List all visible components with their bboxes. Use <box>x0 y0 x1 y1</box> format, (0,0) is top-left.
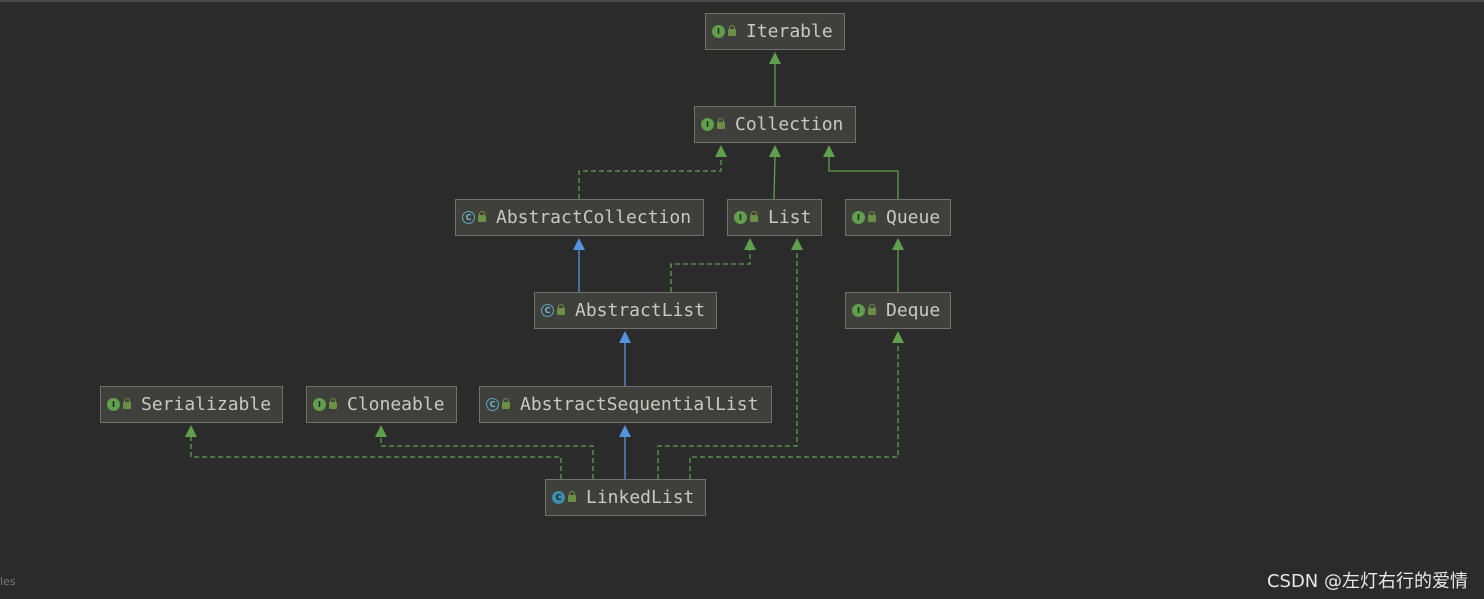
arrowhead-deque-to-queue <box>892 238 904 250</box>
arrowhead-abstract_sequential_list-to-abstract_list <box>619 331 631 343</box>
node-iterable[interactable]: I Iterable <box>705 13 845 50</box>
corner-truncated-text: les <box>0 575 16 588</box>
lock-icon <box>728 25 736 36</box>
lock-icon <box>568 491 576 502</box>
node-label: AbstractSequentialList <box>520 394 759 415</box>
abstract-class-icon: C <box>462 211 475 224</box>
interface-icon: I <box>712 25 725 38</box>
interface-icon: I <box>734 211 747 224</box>
interface-icon: I <box>701 118 714 131</box>
node-collection[interactable]: I Collection <box>694 106 856 143</box>
watermark: CSDN @左灯右行的爱情 <box>1266 571 1468 592</box>
interface-icon: I <box>852 211 865 224</box>
node-label: AbstractCollection <box>496 207 692 228</box>
arrowhead-collection-to-iterable <box>769 52 781 64</box>
lock-icon <box>750 211 758 222</box>
arrowhead-abstract_list-to-list <box>744 238 756 250</box>
node-abstract-list[interactable]: C AbstractList <box>534 292 717 329</box>
arrowhead-abstract_list-to-abstract_collection <box>573 238 585 250</box>
arrowhead-linked_list-to-serializable <box>185 425 197 437</box>
node-label: Cloneable <box>347 394 445 415</box>
lock-icon <box>868 211 876 222</box>
arrowhead-list-to-collection <box>769 145 781 157</box>
edge-list-to-collection <box>773 156 776 200</box>
lock-icon <box>123 398 131 409</box>
interface-icon: I <box>107 398 120 411</box>
node-abstract-collection[interactable]: C AbstractCollection <box>455 199 704 236</box>
node-label: Deque <box>886 300 941 321</box>
edge-abstract_collection-to-collection <box>578 157 722 199</box>
class-icon: C <box>552 491 565 504</box>
lock-icon <box>868 304 876 315</box>
edge-queue-to-collection <box>828 157 899 199</box>
arrowhead-linked_list-to-deque <box>892 331 904 343</box>
abstract-class-icon: C <box>541 304 554 317</box>
abstract-class-icon: C <box>486 398 499 411</box>
edge-linked_list-to-list <box>657 250 798 479</box>
edges-layer <box>185 52 904 479</box>
arrowhead-abstract_collection-to-collection <box>715 145 727 157</box>
edge-linked_list-to-serializable <box>190 437 562 479</box>
interface-icon: I <box>313 398 326 411</box>
lock-icon <box>329 398 337 409</box>
node-label: Serializable <box>141 394 272 415</box>
arrowhead-queue-to-collection <box>823 145 835 157</box>
lock-icon <box>557 304 565 315</box>
node-label: LinkedList <box>586 487 695 508</box>
node-label: List <box>768 207 812 228</box>
lock-icon <box>717 118 725 129</box>
edge-abstract_list-to-list <box>670 250 751 292</box>
node-serializable[interactable]: I Serializable <box>100 386 283 423</box>
node-list[interactable]: I List <box>727 199 822 236</box>
arrowhead-linked_list-to-abstract_sequential_list <box>619 425 631 437</box>
node-label: AbstractList <box>575 300 706 321</box>
node-deque[interactable]: I Deque <box>845 292 951 329</box>
node-label: Collection <box>735 114 844 135</box>
node-cloneable[interactable]: I Cloneable <box>306 386 457 423</box>
arrowhead-linked_list-to-list <box>791 238 803 250</box>
arrowhead-linked_list-to-cloneable <box>375 425 387 437</box>
lock-icon <box>478 211 486 222</box>
interface-icon: I <box>852 304 865 317</box>
node-linked-list[interactable]: C LinkedList <box>545 479 706 516</box>
node-label: Iterable <box>746 21 833 42</box>
lock-icon <box>502 398 510 409</box>
node-queue[interactable]: I Queue <box>845 199 951 236</box>
node-label: Queue <box>886 207 941 228</box>
node-abstract-sequential-list[interactable]: C AbstractSequentialList <box>479 386 772 423</box>
